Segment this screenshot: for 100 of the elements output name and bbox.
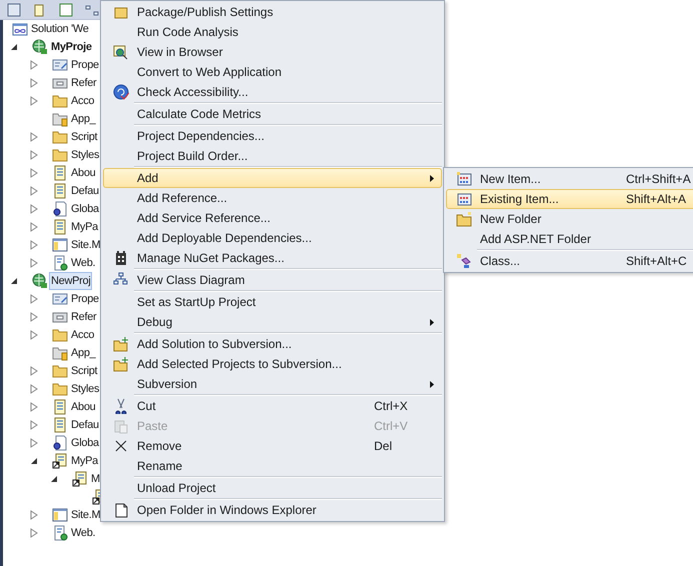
menu-item[interactable]: Cut Ctrl+X xyxy=(103,396,442,416)
folder-cylinder-icon xyxy=(52,111,68,127)
window-grid-icon xyxy=(456,171,472,187)
menu-item[interactable]: Class... Shift+Alt+C xyxy=(446,251,693,271)
menu-item[interactable]: Add Solution to Subversion... xyxy=(103,334,442,354)
menu-item[interactable]: Set as StartUp Project xyxy=(103,292,442,312)
expand-arrow[interactable] xyxy=(30,402,38,412)
tree-item[interactable]: Styles xyxy=(69,380,102,398)
menu-item[interactable]: Convert to Web Application xyxy=(103,62,442,82)
expand-arrow[interactable] xyxy=(30,168,38,178)
tree-item[interactable]: MyPa xyxy=(69,452,100,470)
document-icon xyxy=(52,417,68,433)
menu-item[interactable]: View Class Diagram xyxy=(103,270,442,290)
menu-item[interactable]: Package/Publish Settings xyxy=(103,2,442,22)
collapse-arrow[interactable] xyxy=(50,474,58,484)
tree-item[interactable]: MyProje xyxy=(49,38,94,56)
menu-item-label: Add Selected Projects to Subversion... xyxy=(137,357,343,371)
menu-item-label: Set as StartUp Project xyxy=(137,295,257,309)
expand-arrow[interactable] xyxy=(30,510,38,520)
tree-item[interactable]: M xyxy=(89,470,102,488)
menu-item[interactable]: Add Deployable Dependencies... xyxy=(103,228,442,248)
menu-item[interactable]: Add Service Reference... xyxy=(103,208,442,228)
tree-item[interactable]: Defau xyxy=(69,182,101,200)
menu-item[interactable]: Existing Item... Shift+Alt+A xyxy=(446,189,693,209)
expand-arrow[interactable] xyxy=(30,420,38,430)
menu-item[interactable]: Debug xyxy=(103,312,442,332)
menu-item[interactable]: Remove Del xyxy=(103,436,442,456)
menu-item-label: Unload Project xyxy=(137,481,217,495)
tree-item[interactable]: Prope xyxy=(69,290,101,308)
tree-item[interactable]: Web. xyxy=(69,254,98,272)
tree-item[interactable]: Solution 'We xyxy=(29,20,91,38)
expand-arrow[interactable] xyxy=(30,96,38,106)
menu-item[interactable]: Open Folder in Windows Explorer xyxy=(103,500,442,520)
menu-item[interactable]: Rename xyxy=(103,456,442,476)
globe-icon xyxy=(32,273,48,289)
expand-arrow[interactable] xyxy=(30,222,38,232)
tree-item[interactable]: Site.M xyxy=(69,506,102,524)
tree-item[interactable]: Acco xyxy=(69,326,96,344)
tree-item[interactable]: App_ xyxy=(69,110,98,128)
toolbar-icon[interactable] xyxy=(6,2,22,18)
expand-arrow[interactable] xyxy=(30,132,38,142)
menu-item[interactable]: Manage NuGet Packages... xyxy=(103,248,442,268)
menu-item[interactable]: Project Dependencies... xyxy=(103,126,442,146)
expand-arrow[interactable] xyxy=(30,312,38,322)
menu-item[interactable]: Add Selected Projects to Subversion... xyxy=(103,354,442,374)
tree-item[interactable]: NewProj xyxy=(49,272,92,290)
tree-item[interactable]: MyPa xyxy=(69,218,100,236)
menu-item[interactable]: Run Code Analysis xyxy=(103,22,442,42)
expand-arrow[interactable] xyxy=(30,528,38,538)
collapse-arrow[interactable] xyxy=(10,276,18,286)
expand-arrow[interactable] xyxy=(30,330,38,340)
expand-arrow[interactable] xyxy=(30,294,38,304)
menu-item[interactable]: Add ASP.NET Folder xyxy=(446,229,693,249)
tree-item[interactable]: Site.M xyxy=(69,236,102,254)
tree-item[interactable]: Abou xyxy=(69,398,98,416)
expand-arrow[interactable] xyxy=(30,186,38,196)
expand-arrow[interactable] xyxy=(30,366,38,376)
tree-item[interactable]: Prope xyxy=(69,56,101,74)
expand-arrow[interactable] xyxy=(30,258,38,268)
tree-item[interactable]: Globa xyxy=(69,200,101,218)
tree-item[interactable]: Abou xyxy=(69,164,98,182)
toolbar-icon[interactable] xyxy=(58,2,74,18)
collapse-arrow[interactable] xyxy=(30,456,38,466)
tree-item[interactable]: Acco xyxy=(69,92,96,110)
menu-item[interactable]: Calculate Code Metrics xyxy=(103,104,442,124)
gear-document-icon xyxy=(52,201,68,217)
expand-arrow[interactable] xyxy=(30,60,38,70)
tree-item[interactable]: Defau xyxy=(69,416,101,434)
expand-arrow[interactable] xyxy=(30,204,38,214)
expand-arrow[interactable] xyxy=(30,150,38,160)
tree-item[interactable]: Refer xyxy=(69,74,98,92)
menu-item[interactable]: Project Build Order... xyxy=(103,146,442,166)
menu-item-label: Remove xyxy=(137,439,183,453)
menu-item-label: Open Folder in Windows Explorer xyxy=(137,503,318,517)
tree-item[interactable]: Web. xyxy=(69,524,98,542)
menu-item[interactable]: New Folder xyxy=(446,209,693,229)
tree-item[interactable]: Script xyxy=(69,128,100,146)
expand-arrow[interactable] xyxy=(30,240,38,250)
menu-item[interactable]: Subversion xyxy=(103,374,442,394)
tree-item[interactable]: Styles xyxy=(69,146,102,164)
tree-item[interactable]: Globa xyxy=(69,434,101,452)
expand-arrow[interactable] xyxy=(30,438,38,448)
menu-item[interactable]: View in Browser xyxy=(103,42,442,62)
folder-cylinder-icon xyxy=(52,345,68,361)
tree-item[interactable]: Script xyxy=(69,362,100,380)
menu-item[interactable]: Add Reference... xyxy=(103,188,442,208)
tree-item[interactable]: App_ xyxy=(69,344,98,362)
folder-icon xyxy=(52,129,68,145)
menu-item[interactable]: Add xyxy=(103,168,442,188)
expand-arrow[interactable] xyxy=(30,78,38,88)
window-grid-icon xyxy=(456,191,472,207)
window-icon xyxy=(52,237,68,253)
tree-item[interactable]: Refer xyxy=(69,308,98,326)
menu-item[interactable]: Unload Project xyxy=(103,478,442,498)
menu-item[interactable]: New Item... Ctrl+Shift+A xyxy=(446,169,693,189)
expand-arrow[interactable] xyxy=(30,384,38,394)
menu-item[interactable]: Check Accessibility... xyxy=(103,82,442,102)
collapse-arrow[interactable] xyxy=(10,42,18,52)
folder-icon xyxy=(52,93,68,109)
shortcut-text: Ctrl+Shift+A xyxy=(626,172,691,186)
